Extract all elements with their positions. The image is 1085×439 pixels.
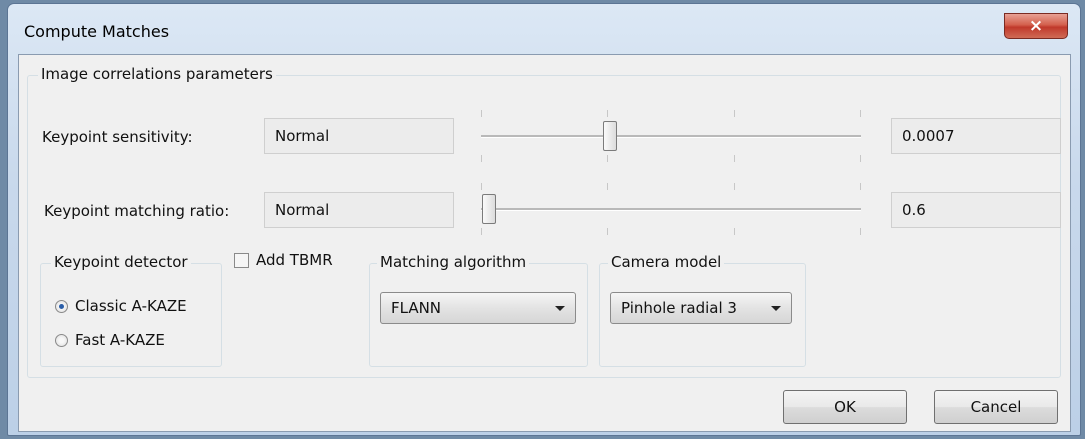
radio-unselected-icon[interactable] — [55, 333, 68, 347]
slider-tick — [734, 155, 735, 162]
keypoint-detector-group: Keypoint detector Classic A-KAZE Fast A-… — [40, 253, 222, 367]
slider-track — [481, 135, 861, 138]
dialog-window: Compute Matches × Image correlations par… — [7, 3, 1081, 436]
add-tbmr-label: Add TBMR — [256, 251, 333, 269]
slider-tick — [481, 110, 482, 117]
keypoint-sensitivity-slider[interactable] — [481, 110, 861, 162]
matching-algorithm-select[interactable]: FLANN — [380, 292, 576, 324]
cancel-button[interactable]: Cancel — [934, 390, 1058, 424]
image-correlations-group: Image correlations parameters Keypoint s… — [27, 65, 1061, 378]
slider-tick — [607, 110, 608, 117]
slider-tick — [607, 228, 608, 235]
image-correlations-legend: Image correlations parameters — [38, 65, 276, 83]
slider-thumb[interactable] — [482, 194, 496, 224]
slider-tick — [734, 183, 735, 190]
window-title: Compute Matches — [24, 22, 170, 41]
keypoint-matching-ratio-label: Keypoint matching ratio: — [44, 202, 230, 220]
slider-tick — [860, 110, 861, 117]
slider-tick — [860, 155, 861, 162]
radio-classic-akaze[interactable]: Classic A-KAZE — [55, 297, 187, 315]
matching-algorithm-value: FLANN — [391, 299, 442, 317]
slider-tick — [607, 183, 608, 190]
slider-thumb[interactable] — [603, 121, 617, 151]
chevron-down-icon — [555, 306, 565, 311]
slider-tick — [860, 183, 861, 190]
camera-model-value: Pinhole radial 3 — [621, 299, 737, 317]
camera-model-legend: Camera model — [608, 253, 725, 271]
slider-tick — [481, 228, 482, 235]
matching-algorithm-group: Matching algorithm FLANN — [369, 253, 588, 367]
keypoint-matching-ratio-value[interactable]: 0.6 — [891, 192, 1061, 228]
keypoint-sensitivity-preset: Normal — [264, 118, 454, 154]
slider-tick — [481, 183, 482, 190]
ok-button[interactable]: OK — [783, 390, 907, 424]
slider-tick — [734, 228, 735, 235]
keypoint-matching-ratio-preset: Normal — [264, 192, 454, 228]
add-tbmr-checkbox[interactable]: Add TBMR — [234, 251, 333, 269]
radio-classic-akaze-label: Classic A-KAZE — [75, 297, 187, 315]
slider-tick — [481, 155, 482, 162]
close-icon: × — [1028, 16, 1044, 36]
radio-fast-akaze[interactable]: Fast A-KAZE — [55, 331, 165, 349]
close-button[interactable]: × — [1004, 13, 1068, 39]
matching-algorithm-legend: Matching algorithm — [377, 253, 530, 271]
slider-tick — [860, 228, 861, 235]
keypoint-detector-legend: Keypoint detector — [51, 253, 191, 271]
slider-track — [481, 208, 861, 211]
dialog-client-area: Image correlations parameters Keypoint s… — [18, 54, 1071, 432]
radio-fast-akaze-label: Fast A-KAZE — [75, 331, 165, 349]
keypoint-sensitivity-value[interactable]: 0.0007 — [891, 118, 1061, 154]
slider-tick — [734, 110, 735, 117]
checkbox-icon[interactable] — [234, 252, 249, 268]
camera-model-select[interactable]: Pinhole radial 3 — [610, 292, 792, 324]
radio-selected-icon[interactable] — [55, 299, 68, 313]
camera-model-group: Camera model Pinhole radial 3 — [599, 253, 806, 367]
chevron-down-icon — [771, 306, 781, 311]
keypoint-matching-ratio-slider[interactable] — [481, 183, 861, 235]
slider-tick — [607, 155, 608, 162]
keypoint-sensitivity-label: Keypoint sensitivity: — [42, 128, 193, 146]
